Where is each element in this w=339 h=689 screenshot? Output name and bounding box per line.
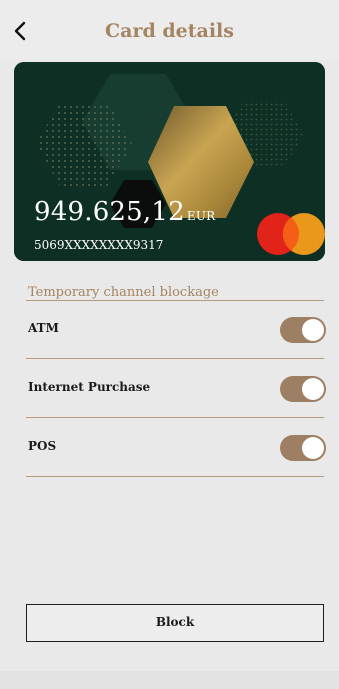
header-bar: Card details <box>0 0 339 60</box>
channel-label: POS <box>28 439 57 453</box>
toggle-knob <box>302 378 324 400</box>
channel-label: Internet Purchase <box>28 380 151 394</box>
block-button[interactable]: Block <box>26 604 324 642</box>
toggle-knob <box>302 319 324 341</box>
card-balance: 949.625,12 EUR <box>34 197 215 227</box>
bank-card[interactable]: 949.625,12 EUR 5069XXXXXXXX9317 <box>14 62 325 261</box>
balance-currency: EUR <box>186 209 216 223</box>
channel-label: ATM <box>28 321 59 335</box>
toggle-knob <box>302 437 324 459</box>
channel-row-atm: ATM <box>26 301 326 359</box>
row-divider <box>26 476 324 477</box>
card-number: 5069XXXXXXXX9317 <box>34 238 164 252</box>
section-title: Temporary channel blockage <box>28 285 219 300</box>
mastercard-logo <box>256 212 325 256</box>
internet-purchase-toggle[interactable] <box>280 376 326 402</box>
bottom-bar <box>0 671 339 689</box>
balance-value: 949.625,12 <box>34 197 185 227</box>
row-divider <box>26 417 324 418</box>
channel-row-pos: POS <box>26 419 326 477</box>
channel-row-internet-purchase: Internet Purchase <box>26 360 326 418</box>
page-title: Card details <box>105 20 234 42</box>
pos-toggle[interactable] <box>280 435 326 461</box>
row-divider <box>26 358 324 359</box>
atm-toggle[interactable] <box>280 317 326 343</box>
